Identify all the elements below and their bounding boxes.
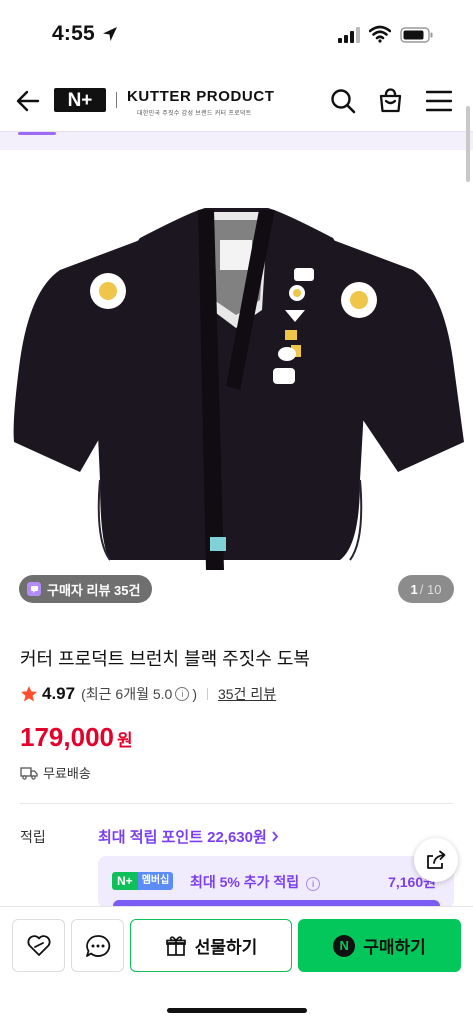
max-points-text: 최대 적립 포인트 22,630원 xyxy=(98,829,267,846)
max-points-link[interactable]: 최대 적립 포인트 22,630원 xyxy=(98,826,279,847)
wishlist-button[interactable] xyxy=(12,919,65,972)
brand-divider xyxy=(116,92,117,108)
heart-icon xyxy=(26,934,51,956)
gift-button[interactable]: 선물하기 xyxy=(130,919,292,972)
info-icon[interactable]: i xyxy=(175,687,190,701)
battery-icon xyxy=(400,27,433,43)
naver-n-icon: N xyxy=(333,934,356,957)
section-divider xyxy=(20,803,453,804)
delivery-truck-icon xyxy=(20,766,38,780)
status-time: 4:55 xyxy=(52,22,95,45)
chevron-right-icon xyxy=(272,831,279,842)
recent-rating-close: ) xyxy=(192,686,197,702)
price-unit: 원 xyxy=(116,731,133,750)
product-price: 179,000 원 xyxy=(20,722,133,753)
product-image[interactable] xyxy=(0,150,473,620)
shopping-bag-icon[interactable] xyxy=(377,87,404,114)
logo-text: N+ xyxy=(67,89,93,111)
wifi-icon xyxy=(369,25,391,43)
menu-icon[interactable] xyxy=(426,90,452,112)
review-count-link[interactable]: 35건 리뷰 xyxy=(218,684,276,704)
recent-rating: (최근 6개월 5.0 xyxy=(81,686,173,702)
membership-info-icon[interactable]: i xyxy=(306,877,321,891)
brand-tagline: 대한민국 주짓수 감성 브랜드 커터 프로덕트 xyxy=(137,111,252,117)
membership-badge-n: N+ xyxy=(112,872,138,890)
page-current: 1 xyxy=(410,581,418,597)
rating-row: 4.97 (최근 6개월 5.0 i ) 35건 리뷰 xyxy=(20,684,276,704)
shipping-label: 무료배송 xyxy=(43,766,91,781)
membership-extra-points: 최대 5% 추가 적립 i xyxy=(190,872,323,892)
buy-label: 구매하기 xyxy=(363,938,426,957)
share-button[interactable] xyxy=(414,838,458,882)
image-page-indicator: 1 / 10 xyxy=(398,575,454,603)
category-strip xyxy=(0,132,473,150)
gift-label: 선물하기 xyxy=(194,938,258,957)
chat-bubble-icon xyxy=(85,934,110,957)
search-icon[interactable] xyxy=(330,88,356,114)
gift-icon xyxy=(165,935,186,956)
brand-name[interactable]: KUTTER PRODUCT xyxy=(127,88,275,105)
product-title: 커터 프로덕트 브런치 블랙 주짓수 도복 xyxy=(20,649,310,669)
status-bar: 4:55 xyxy=(0,0,473,70)
price-value: 179,000 xyxy=(20,722,114,752)
buy-button[interactable]: N 구매하기 xyxy=(298,919,461,972)
rating-divider xyxy=(206,688,208,700)
cellular-signal-icon xyxy=(338,27,360,43)
bottom-action-bar: 선물하기 N 구매하기 xyxy=(0,906,473,1024)
shipping-info: 무료배송 xyxy=(20,763,91,782)
rating-value: 4.97 xyxy=(42,684,76,703)
location-arrow-icon xyxy=(103,27,117,41)
review-chip-label: 구매자 리뷰 35건 xyxy=(47,582,141,598)
buyer-review-chip[interactable]: 구매자 리뷰 35건 xyxy=(19,575,153,603)
top-navigation-bar: N+ KUTTER PRODUCT 대한민국 주짓수 감성 브랜드 커터 프로덕… xyxy=(0,70,473,132)
page-total: / 10 xyxy=(419,581,442,597)
star-icon xyxy=(21,686,37,702)
membership-badge-text: 멤버십 xyxy=(137,872,174,890)
membership-extra-points-text: 최대 5% 추가 적립 xyxy=(190,874,300,890)
naver-plus-logo[interactable]: N+ xyxy=(54,88,106,112)
home-indicator[interactable] xyxy=(167,1008,307,1013)
membership-badge: N+ 멤버십 xyxy=(112,872,174,890)
points-label: 적립 xyxy=(20,829,46,845)
talk-talk-button[interactable] xyxy=(71,919,124,972)
review-icon xyxy=(27,582,41,596)
back-arrow-icon[interactable] xyxy=(14,87,42,115)
share-icon xyxy=(427,850,446,869)
